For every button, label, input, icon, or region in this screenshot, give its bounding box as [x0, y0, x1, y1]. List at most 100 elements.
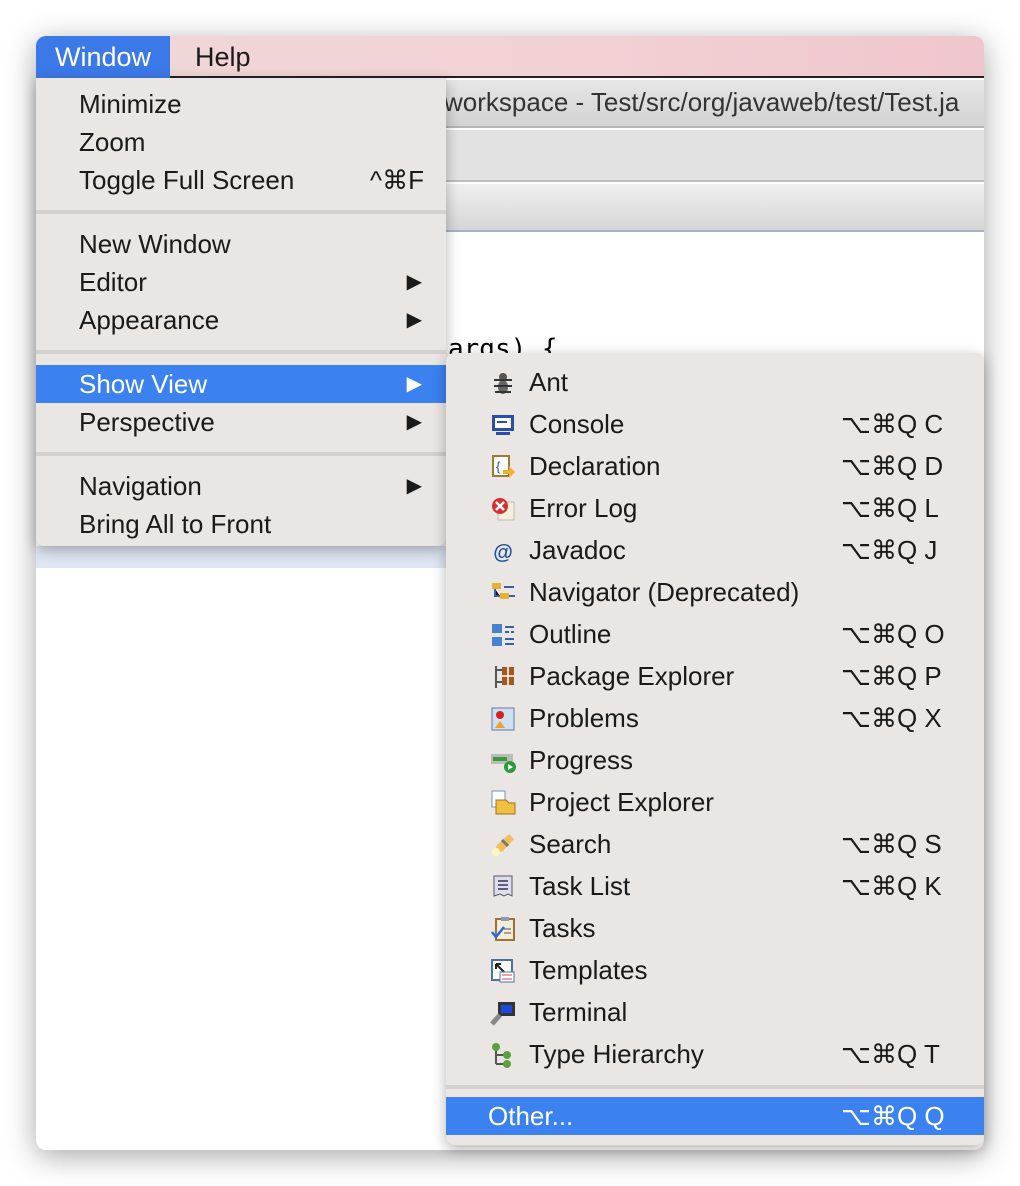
- console-icon: [492, 415, 514, 435]
- tasks-icon: [491, 917, 515, 941]
- javadoc-icon: @: [493, 542, 513, 564]
- view-item-label: Project Explorer: [529, 787, 714, 817]
- shortcut-label: ⌥⌘Q K: [841, 871, 942, 901]
- templates-icon: [491, 959, 515, 983]
- problems-icon: [491, 707, 515, 731]
- view-item-label: Ant: [529, 367, 569, 397]
- outline-icon: [492, 624, 514, 646]
- view-item-package-explorer[interactable]: Package Explorer ⌥⌘Q P: [446, 655, 984, 697]
- view-item-problems[interactable]: Problems ⌥⌘Q X: [446, 697, 984, 739]
- view-item-error-log[interactable]: Error Log ⌥⌘Q L: [446, 487, 984, 529]
- menu-item-label: Perspective: [79, 407, 215, 437]
- menu-item-toggle-full-screen[interactable]: Toggle Full Screen ^⌘F: [36, 161, 446, 199]
- menu-item-show-view[interactable]: Show View ▶: [36, 365, 446, 403]
- svg-text:@: @: [493, 542, 513, 564]
- view-item-label: Error Log: [529, 493, 638, 523]
- project-explorer-icon: [491, 790, 516, 815]
- menu-item-label: Zoom: [79, 127, 146, 157]
- view-item-label: Progress: [529, 745, 634, 775]
- submenu-arrow-icon: ▶: [406, 271, 422, 293]
- view-item-task-list[interactable]: Task List ⌥⌘Q K: [446, 865, 984, 907]
- menu-item-minimize[interactable]: Minimize: [36, 85, 446, 123]
- shortcut-label: ⌥⌘Q S: [841, 829, 942, 859]
- view-item-console[interactable]: Console ⌥⌘Q C: [446, 403, 984, 445]
- shortcut-label: ⌥⌘Q P: [841, 661, 942, 691]
- shortcut-label: ⌥⌘Q J: [841, 535, 938, 565]
- view-item-outline[interactable]: Outline ⌥⌘Q O: [446, 613, 984, 655]
- ant-icon: [494, 373, 512, 394]
- submenu-arrow-icon: ▶: [406, 475, 422, 497]
- task-list-icon: [493, 875, 513, 897]
- submenu-arrow-icon: ▶: [406, 373, 422, 395]
- view-item-label: Console: [529, 409, 625, 439]
- view-item-label: Problems: [529, 703, 639, 733]
- view-item-label: Type Hierarchy: [529, 1039, 704, 1069]
- view-item-project-explorer[interactable]: Project Explorer: [446, 781, 984, 823]
- menu-help[interactable]: Help: [176, 36, 270, 78]
- view-item-navigator-deprecated[interactable]: Navigator (Deprecated): [446, 571, 984, 613]
- menu-item-label: Show View: [79, 369, 208, 399]
- view-item-search[interactable]: Search ⌥⌘Q S: [446, 823, 984, 865]
- view-item-label: Outline: [529, 619, 612, 649]
- view-item-label: Task List: [529, 871, 631, 901]
- menu-item-appearance[interactable]: Appearance ▶: [36, 301, 446, 339]
- shortcut-label: ⌥⌘Q D: [841, 451, 944, 481]
- menu-separator: [36, 452, 446, 456]
- view-item-tasks[interactable]: Tasks: [446, 907, 984, 949]
- menu-item-editor[interactable]: Editor ▶: [36, 263, 446, 301]
- submenu-arrow-icon: ▶: [406, 411, 422, 433]
- view-item-label: Terminal: [529, 997, 628, 1027]
- selection-band: [36, 546, 446, 568]
- menu-item-label: Toggle Full Screen: [79, 165, 295, 195]
- type-hierarchy-icon: [492, 1043, 511, 1068]
- navigator-icon: [492, 583, 515, 599]
- view-item-type-hierarchy[interactable]: Type Hierarchy ⌥⌘Q T: [446, 1033, 984, 1075]
- shortcut-label: ⌥⌘Q X: [841, 703, 942, 733]
- menu-item-zoom[interactable]: Zoom: [36, 123, 446, 161]
- window-title: workspace - Test/src/org/javaweb/test/Te…: [444, 87, 960, 117]
- menu-item-new-window[interactable]: New Window: [36, 225, 446, 263]
- error-log-icon: [492, 498, 515, 521]
- menu-item-label: Editor: [79, 267, 147, 297]
- svg-text:{: {: [496, 459, 501, 474]
- menu-window[interactable]: Window: [36, 36, 171, 78]
- menu-item-label: Appearance: [79, 305, 220, 335]
- view-item-label: Package Explorer: [529, 661, 735, 691]
- shortcut-label: ⌥⌘Q O: [841, 619, 945, 649]
- menu-item-navigation[interactable]: Navigation ▶: [36, 467, 446, 505]
- menu-item-label: Minimize: [79, 89, 182, 119]
- menu-item-label: New Window: [79, 229, 231, 259]
- view-item-label: Other...: [488, 1101, 574, 1131]
- view-item-javadoc[interactable]: @ Javadoc ⌥⌘Q J: [446, 529, 984, 571]
- menu-item-label: Bring All to Front: [79, 509, 272, 539]
- shortcut-label: ⌥⌘Q T: [841, 1039, 940, 1069]
- view-item-declaration[interactable]: { Declaration ⌥⌘Q D: [446, 445, 984, 487]
- shortcut-label: ^⌘F: [369, 165, 424, 195]
- package-explorer-icon: [495, 666, 514, 688]
- menu-separator: [446, 1085, 984, 1089]
- menubar: Window Help: [36, 36, 984, 78]
- view-item-label: Navigator (Deprecated): [529, 577, 800, 607]
- view-item-label: Declaration: [529, 451, 661, 481]
- shortcut-label: ⌥⌘Q L: [841, 493, 939, 523]
- progress-icon: [491, 754, 516, 773]
- view-item-ant[interactable]: Ant: [446, 361, 984, 403]
- view-item-label: Javadoc: [529, 535, 626, 565]
- view-item-label: Search: [529, 829, 612, 859]
- view-item-progress[interactable]: Progress: [446, 739, 984, 781]
- view-item-other[interactable]: Other... ⌥⌘Q Q: [446, 1097, 984, 1135]
- show-view-submenu: Ant Console ⌥⌘Q C { Declaration ⌥⌘Q D Error Lo…: [446, 353, 984, 1145]
- view-item-terminal[interactable]: Terminal: [446, 991, 984, 1033]
- shortcut-label: ⌥⌘Q C: [841, 409, 944, 439]
- submenu-arrow-icon: ▶: [406, 309, 422, 331]
- menu-item-label: Navigation: [79, 471, 202, 501]
- window-menu-dropdown: Minimize Zoom Toggle Full Screen ^⌘F New Win…: [36, 78, 446, 546]
- view-item-label: Tasks: [529, 913, 596, 943]
- view-item-label: Templates: [529, 955, 648, 985]
- view-item-templates[interactable]: Templates: [446, 949, 984, 991]
- menu-item-bring-all-to-front[interactable]: Bring All to Front: [36, 505, 446, 543]
- menu-item-perspective[interactable]: Perspective ▶: [36, 403, 446, 441]
- menu-separator: [36, 210, 446, 214]
- menu-separator: [36, 350, 446, 354]
- search-icon: [492, 834, 514, 856]
